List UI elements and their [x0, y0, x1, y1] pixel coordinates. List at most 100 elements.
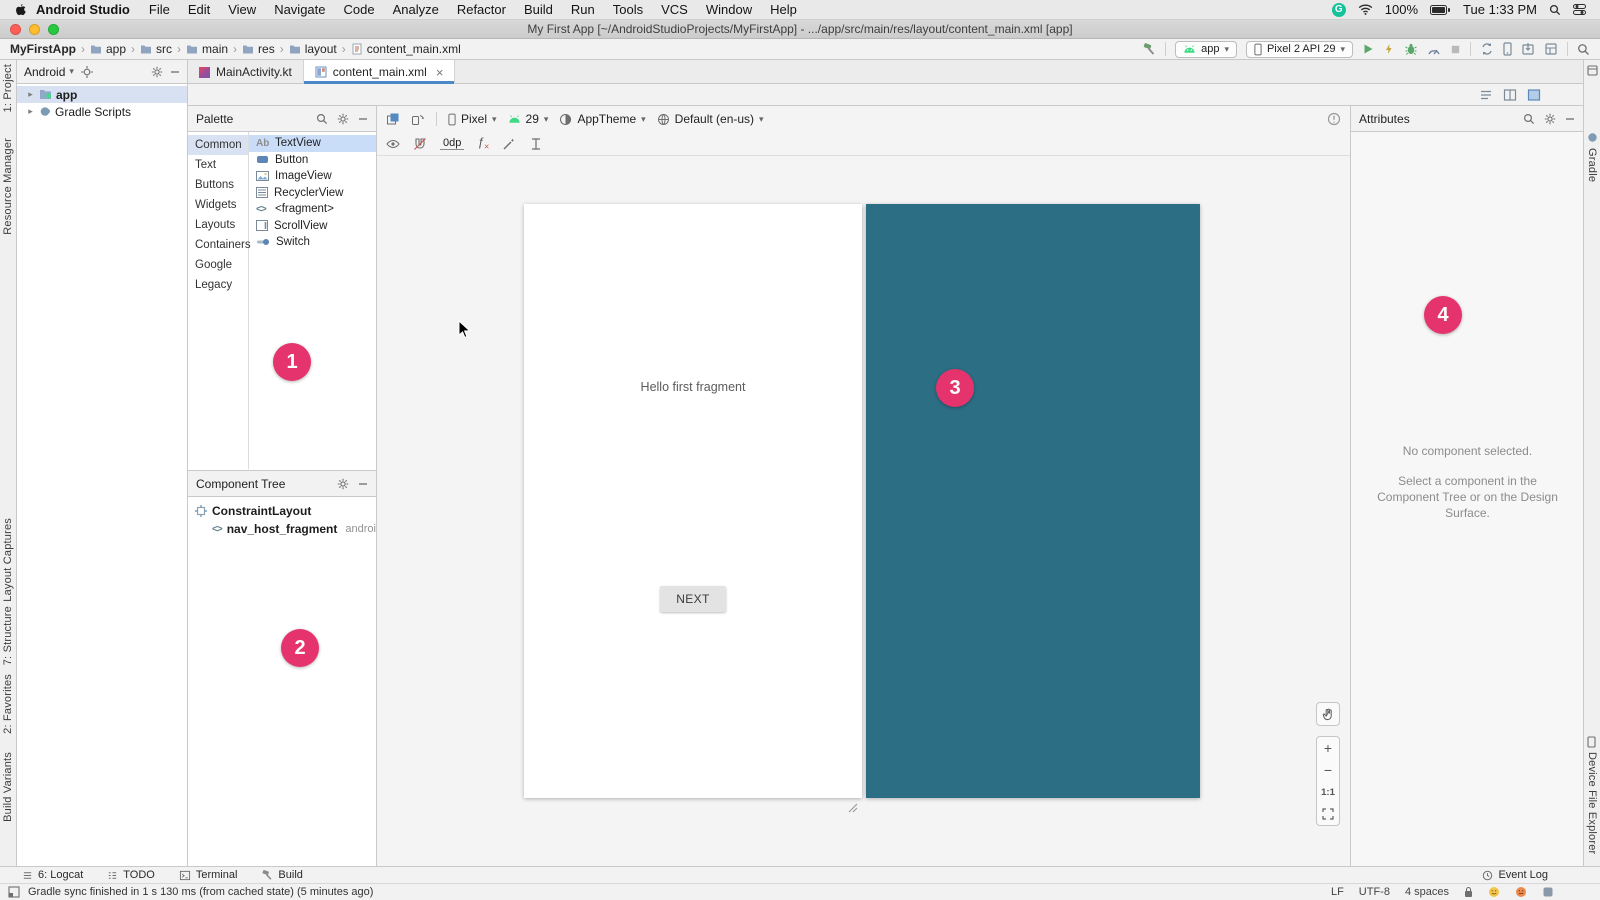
breadcrumb-app[interactable]: app [90, 42, 126, 56]
theme-menu[interactable]: AppTheme▾ [559, 112, 645, 126]
palette-category-containers[interactable]: Containers [188, 235, 248, 255]
toolwindow-device-file-explorer[interactable]: Device File Explorer [1586, 752, 1598, 854]
indent-widget[interactable]: 4 spaces [1405, 886, 1449, 898]
next-button[interactable]: NEXT [660, 586, 726, 612]
api-level-menu[interactable]: 29▾ [508, 112, 549, 126]
palette-hide-icon[interactable] [358, 114, 368, 124]
layout-inspector-button[interactable] [1544, 42, 1558, 56]
feedback-sad-icon[interactable] [1515, 886, 1527, 898]
debug-button[interactable] [1404, 42, 1418, 56]
toolwindow-project[interactable]: 1: Project [2, 64, 14, 112]
palette-category-legacy[interactable]: Legacy [188, 275, 248, 295]
gradle-icon[interactable] [1587, 132, 1598, 143]
make-project-button[interactable] [1142, 42, 1156, 56]
view-code-icon[interactable] [1479, 88, 1493, 102]
breadcrumb-src[interactable]: src [140, 42, 172, 56]
zoom-ratio-button[interactable]: 1:1 [1317, 781, 1339, 803]
breadcrumb-layout[interactable]: layout [289, 42, 337, 56]
toolwindow-favorites[interactable]: 2: Favorites [2, 674, 14, 734]
render-issues-icon[interactable] [1327, 112, 1341, 126]
tab-mainactivity[interactable]: MainActivity.kt [188, 60, 304, 84]
sdk-manager-button[interactable] [1521, 42, 1535, 56]
default-margins-button[interactable]: 0dp [440, 137, 464, 150]
menu-vcs[interactable]: VCS [652, 2, 697, 17]
menu-navigate[interactable]: Navigate [265, 2, 334, 17]
toolwindow-resource-manager[interactable]: Resource Manager [2, 138, 14, 235]
breadcrumb-file[interactable]: content_main.xml [351, 42, 461, 56]
toolwindow-gradle[interactable]: Gradle [1586, 148, 1598, 182]
sync-project-button[interactable] [1480, 42, 1494, 56]
control-center-icon[interactable] [1573, 4, 1586, 15]
project-view-select[interactable]: Android▾ [24, 65, 74, 79]
component-tree-settings-icon[interactable] [337, 478, 349, 490]
apply-changes-button[interactable] [1383, 43, 1395, 55]
avd-manager-button[interactable] [1503, 42, 1512, 56]
palette-category-layouts[interactable]: Layouts [188, 215, 248, 235]
palette-item-button[interactable]: Button [249, 152, 376, 169]
palette-category-text[interactable]: Text [188, 155, 248, 175]
blueprint-view-screen[interactable] [866, 204, 1200, 798]
menu-window[interactable]: Window [697, 2, 761, 17]
toolwindow-build-variants[interactable]: Build Variants [2, 752, 14, 822]
encoding-widget[interactable]: UTF-8 [1359, 886, 1390, 898]
palette-item-fragment[interactable]: <> <fragment> [249, 201, 376, 218]
select-design-surface-icon[interactable] [386, 112, 400, 126]
line-separator-widget[interactable]: LF [1331, 886, 1344, 898]
run-config-select[interactable]: app▾ [1175, 41, 1237, 58]
palette-item-textview[interactable]: Ab TextView [249, 135, 376, 152]
apple-menu-icon[interactable] [14, 3, 26, 17]
palette-settings-icon[interactable] [337, 113, 349, 125]
view-design-icon[interactable] [1527, 88, 1541, 102]
menu-file[interactable]: File [140, 2, 179, 17]
close-window-button[interactable] [10, 24, 21, 35]
run-button[interactable] [1362, 43, 1374, 55]
project-tree-item-app[interactable]: ▸ app [17, 86, 187, 103]
attributes-hide-icon[interactable] [1565, 114, 1575, 124]
locale-menu[interactable]: Default (en-us)▾ [657, 112, 764, 126]
menubar-app-name[interactable]: Android Studio [26, 2, 140, 17]
canvas-resize-handle[interactable] [845, 800, 859, 814]
menu-code[interactable]: Code [335, 2, 384, 17]
breadcrumb-res[interactable]: res [242, 42, 275, 56]
device-select[interactable]: Pixel 2 API 29▾ [1246, 41, 1353, 58]
palette-item-scrollview[interactable]: ScrollView [249, 218, 376, 235]
assistant-icon[interactable] [1587, 65, 1598, 76]
tab-content-main[interactable]: content_main.xml × [304, 60, 456, 84]
zoom-window-button[interactable] [48, 24, 59, 35]
expand-chevron-icon[interactable]: ▸ [26, 106, 35, 117]
palette-search-icon[interactable] [316, 113, 328, 125]
menu-view[interactable]: View [219, 2, 265, 17]
stop-button[interactable] [1450, 44, 1461, 55]
toolwindow-terminal[interactable]: Terminal [179, 869, 238, 881]
pack-align-icon[interactable] [529, 137, 543, 151]
menu-tools[interactable]: Tools [604, 2, 652, 17]
profile-button[interactable] [1427, 43, 1441, 56]
close-tab-icon[interactable]: × [436, 66, 444, 79]
menu-refactor[interactable]: Refactor [448, 2, 515, 17]
breadcrumb-main[interactable]: main [186, 42, 228, 56]
lock-icon[interactable] [1464, 886, 1473, 898]
hello-fragment-text[interactable]: Hello first fragment [524, 380, 862, 394]
menu-run[interactable]: Run [562, 2, 604, 17]
wifi-icon[interactable] [1358, 4, 1373, 15]
design-view-screen[interactable]: Hello first fragment NEXT [524, 204, 862, 798]
zoom-in-button[interactable]: + [1317, 737, 1339, 759]
locate-file-icon[interactable] [81, 66, 93, 78]
tree-item-constraintlayout[interactable]: ConstraintLayout [188, 502, 376, 520]
toolwindow-logcat[interactable]: 6: Logcat [22, 869, 83, 881]
toolwindow-switcher-icon[interactable] [8, 886, 20, 898]
palette-category-buttons[interactable]: Buttons [188, 175, 248, 195]
search-everywhere-button[interactable] [1577, 43, 1590, 56]
palette-category-google[interactable]: Google [188, 255, 248, 275]
palette-category-widgets[interactable]: Widgets [188, 195, 248, 215]
component-tree-hide-icon[interactable] [358, 479, 368, 489]
infer-constraints-icon[interactable] [502, 137, 516, 151]
minimize-window-button[interactable] [29, 24, 40, 35]
feedback-happy-icon[interactable] [1488, 886, 1500, 898]
view-split-icon[interactable] [1503, 88, 1517, 102]
tree-item-nav-host-fragment[interactable]: <> nav_host_fragment androi... [188, 520, 376, 538]
hide-panel-icon[interactable] [170, 67, 180, 77]
attributes-search-icon[interactable] [1523, 113, 1535, 125]
palette-item-recyclerview[interactable]: RecyclerView [249, 185, 376, 202]
project-settings-icon[interactable] [151, 66, 163, 78]
